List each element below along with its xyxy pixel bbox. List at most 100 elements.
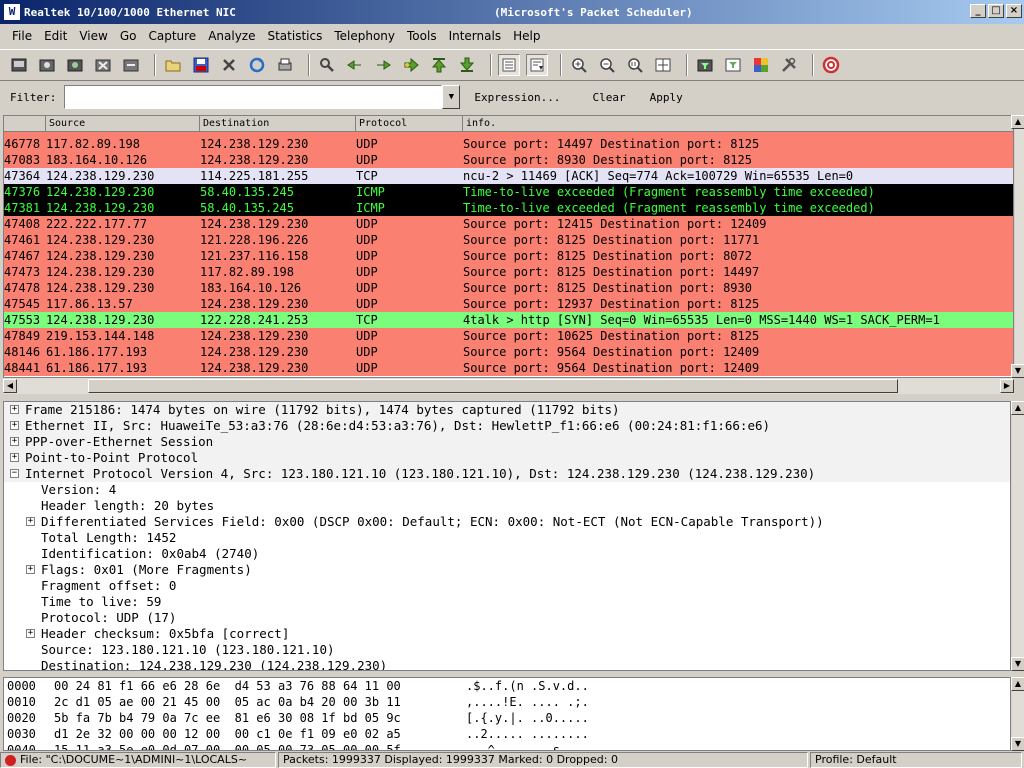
detail-tree-row[interactable]: Protocol: UDP (17): [4, 610, 1010, 626]
expand-icon[interactable]: +: [10, 437, 19, 446]
scroll-down-icon[interactable]: ▼: [1011, 737, 1024, 751]
column-header-protocol[interactable]: Protocol: [356, 116, 463, 132]
table-row[interactable]: 48441 61.186.177.193 124.238.129.230 UDP Sou…: [4, 360, 1013, 376]
display-filter-icon[interactable]: [722, 54, 744, 76]
menu-capture[interactable]: Capture: [142, 29, 202, 43]
open-icon[interactable]: [162, 54, 184, 76]
detail-tree-row[interactable]: + Header checksum: 0x5bfa [correct]: [4, 626, 1010, 642]
detail-tree-row[interactable]: Fragment offset: 0: [4, 578, 1010, 594]
scroll-right-icon[interactable]: ▶: [1000, 379, 1014, 393]
detail-tree-row[interactable]: + Flags: 0x01 (More Fragments): [4, 562, 1010, 578]
packet-list-hscroll[interactable]: ◀ ▶: [3, 378, 1014, 394]
table-row[interactable]: 47467 124.238.129.230 121.237.116.158 UDP So…: [4, 248, 1013, 264]
table-row[interactable]: 47364 124.238.129.230 114.225.181.255 TCP nc…: [4, 168, 1013, 184]
maximize-button[interactable]: □: [988, 4, 1004, 18]
status-profile[interactable]: Profile: Default: [810, 752, 1022, 768]
detail-tree-row[interactable]: − Internet Protocol Version 4, Src: 123.1…: [4, 466, 1010, 482]
details-vscroll[interactable]: ▲ ▼: [1011, 401, 1024, 671]
close-button[interactable]: ×: [1006, 4, 1022, 18]
table-row[interactable]: 47408 222.222.177.77 124.238.129.230 UDP Sou…: [4, 216, 1013, 232]
expand-icon[interactable]: +: [26, 629, 35, 638]
detail-tree-row[interactable]: + Differentiated Services Field: 0x00 (DS…: [4, 514, 1010, 530]
find-icon[interactable]: [316, 54, 338, 76]
menu-internals[interactable]: Internals: [443, 29, 508, 43]
menu-edit[interactable]: Edit: [38, 29, 73, 43]
goto-icon[interactable]: [400, 54, 422, 76]
table-row[interactable]: 47083 183.164.10.126 124.238.129.230 UDP Sou…: [4, 152, 1013, 168]
detail-tree-row[interactable]: + Point-to-Point Protocol: [4, 450, 1010, 466]
column-header-info[interactable]: info.: [463, 116, 1013, 132]
back-icon[interactable]: [344, 54, 366, 76]
scroll-up-icon[interactable]: ▲: [1011, 401, 1024, 415]
menu-go[interactable]: Go: [114, 29, 143, 43]
detail-tree-row[interactable]: Identification: 0x0ab4 (2740): [4, 546, 1010, 562]
apply-button[interactable]: Apply: [650, 91, 683, 104]
detail-tree-row[interactable]: Version: 4: [4, 482, 1010, 498]
menu-help[interactable]: Help: [507, 29, 546, 43]
last-icon[interactable]: [456, 54, 478, 76]
save-icon[interactable]: [190, 54, 212, 76]
scroll-down-icon[interactable]: ▼: [1011, 657, 1024, 671]
forward-icon[interactable]: [372, 54, 394, 76]
table-row[interactable]: 47849 219.153.144.148 124.238.129.230 UDP So…: [4, 328, 1013, 344]
detail-tree-row[interactable]: + Frame 215186: 1474 bytes on wire (11792…: [4, 402, 1010, 418]
detail-tree-row[interactable]: Source: 123.180.121.10 (123.180.121.10): [4, 642, 1010, 658]
hex-row[interactable]: 0030 d1 2e 32 00 00 00 12 00 00 c1 0e f1 …: [4, 726, 1010, 742]
colorize-icon[interactable]: [498, 54, 520, 76]
resize-columns-icon[interactable]: [652, 54, 674, 76]
packet-list-vscroll[interactable]: ▲ ▼: [1011, 115, 1024, 378]
detail-tree-row[interactable]: Time to live: 59: [4, 594, 1010, 610]
scroll-up-icon[interactable]: ▲: [1011, 115, 1024, 129]
pane-splitter[interactable]: [0, 395, 1024, 400]
start-icon[interactable]: [64, 54, 86, 76]
autoscroll-icon[interactable]: [526, 54, 548, 76]
menu-telephony[interactable]: Telephony: [328, 29, 401, 43]
menu-tools[interactable]: Tools: [401, 29, 443, 43]
filter-input[interactable]: [64, 85, 443, 109]
table-row[interactable]: 47545 117.86.13.57 124.238.129.230 UDP Sourc…: [4, 296, 1013, 312]
zoom-out-icon[interactable]: [596, 54, 618, 76]
column-header-source[interactable]: Source: [46, 116, 200, 132]
bytes-vscroll[interactable]: ▲ ▼: [1011, 677, 1024, 751]
packet-list-hscroll-thumb[interactable]: [88, 379, 898, 393]
interfaces-icon[interactable]: [8, 54, 30, 76]
expand-icon[interactable]: +: [10, 453, 19, 462]
collapse-icon[interactable]: −: [10, 469, 19, 478]
table-row[interactable]: 46778 117.82.89.198 124.238.129.230 UDP Sour…: [4, 136, 1013, 152]
menu-statistics[interactable]: Statistics: [261, 29, 328, 43]
scroll-down-icon[interactable]: ▼: [1011, 364, 1024, 378]
zoom-in-icon[interactable]: [568, 54, 590, 76]
hex-row[interactable]: 0010 2c d1 05 ae 00 21 45 00 05 ac 0a b4 …: [4, 694, 1010, 710]
hex-row[interactable]: 0020 5b fa 7b b4 79 0a 7c ee 81 e6 30 08 …: [4, 710, 1010, 726]
stop-icon[interactable]: [92, 54, 114, 76]
scroll-up-icon[interactable]: ▲: [1011, 677, 1024, 691]
expand-icon[interactable]: +: [26, 565, 35, 574]
coloring-rules-icon[interactable]: [750, 54, 772, 76]
table-row[interactable]: 47381 124.238.129.230 58.40.135.245 ICMP Tim…: [4, 200, 1013, 216]
first-icon[interactable]: [428, 54, 450, 76]
zoom-normal-icon[interactable]: [624, 54, 646, 76]
menu-view[interactable]: View: [73, 29, 113, 43]
close-file-icon[interactable]: [218, 54, 240, 76]
table-row[interactable]: 47376 124.238.129.230 58.40.135.245 ICMP Tim…: [4, 184, 1013, 200]
detail-tree-row[interactable]: Header length: 20 bytes: [4, 498, 1010, 514]
menu-analyze[interactable]: Analyze: [202, 29, 261, 43]
minimize-button[interactable]: _: [970, 4, 986, 18]
status-file[interactable]: File: "C:\DOCUME~1\ADMINI~1\LOCALS~: [0, 752, 276, 768]
table-row[interactable]: 47553 124.238.129.230 122.228.241.253 TCP 4t…: [4, 312, 1013, 328]
expression-button[interactable]: Expression...: [474, 91, 560, 104]
capture-filter-icon[interactable]: [694, 54, 716, 76]
expand-icon[interactable]: +: [10, 405, 19, 414]
column-header-no[interactable]: [4, 116, 46, 132]
hex-row[interactable]: 0040 15 11 a3 5e e0 0d 07 00 00 05 00 73 …: [4, 742, 1010, 750]
table-row[interactable]: 47478 124.238.129.230 183.164.10.126 UDP Sou…: [4, 280, 1013, 296]
restart-icon[interactable]: [120, 54, 142, 76]
table-row[interactable]: 47473 124.238.129.230 117.82.89.198 UDP Sour…: [4, 264, 1013, 280]
clear-button[interactable]: Clear: [592, 91, 625, 104]
hex-row[interactable]: 0000 00 24 81 f1 66 e6 28 6e d4 53 a3 76 …: [4, 678, 1010, 694]
packet-list-pane[interactable]: Source Destination Protocol info. 46778 1…: [3, 115, 1014, 378]
menu-file[interactable]: File: [6, 29, 38, 43]
scroll-left-icon[interactable]: ◀: [3, 379, 17, 393]
expand-icon[interactable]: +: [26, 517, 35, 526]
column-header-destination[interactable]: Destination: [200, 116, 356, 132]
